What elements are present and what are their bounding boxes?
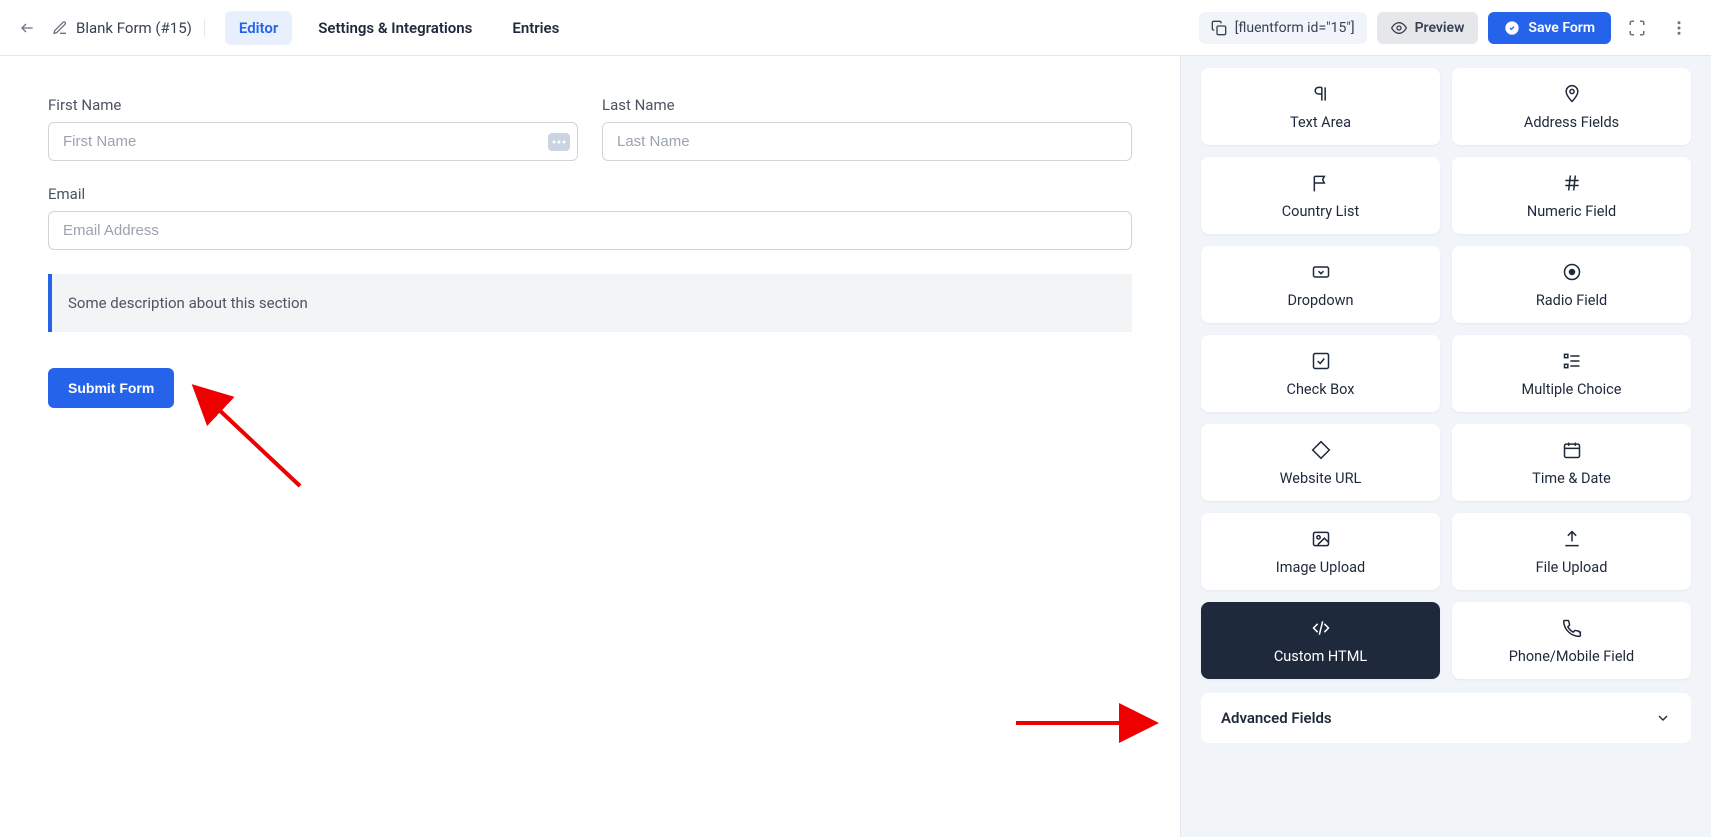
field-radio[interactable]: Radio Field xyxy=(1452,246,1691,323)
field-label: Time & Date xyxy=(1532,470,1611,487)
field-time-date[interactable]: Time & Date xyxy=(1452,424,1691,501)
field-label: Country List xyxy=(1282,203,1360,220)
image-icon xyxy=(1309,527,1333,551)
pencil-icon xyxy=(52,20,68,36)
phone-icon xyxy=(1560,616,1584,640)
email-label: Email xyxy=(48,185,1132,203)
custom-html-block[interactable]: Some description about this section xyxy=(48,274,1132,332)
field-label: Text Area xyxy=(1290,114,1351,131)
tab-editor[interactable]: Editor xyxy=(225,11,292,45)
list-icon xyxy=(1560,349,1584,373)
field-label: Radio Field xyxy=(1536,292,1607,309)
topbar-left: Blank Form (#15) Editor Settings & Integ… xyxy=(16,11,573,45)
field-label: File Upload xyxy=(1536,559,1608,576)
name-row: First Name Last Name xyxy=(48,96,1132,161)
last-name-label: Last Name xyxy=(602,96,1132,114)
field-checkbox[interactable]: Check Box xyxy=(1201,335,1440,412)
form-title-edit[interactable]: Blank Form (#15) xyxy=(52,19,205,37)
save-button[interactable]: Save Form xyxy=(1488,12,1611,44)
tab-settings[interactable]: Settings & Integrations xyxy=(304,11,486,45)
submit-button[interactable]: Submit Form xyxy=(48,368,174,408)
tab-entries[interactable]: Entries xyxy=(498,11,573,45)
field-label: Phone/Mobile Field xyxy=(1509,648,1634,665)
field-label: Dropdown xyxy=(1287,292,1353,309)
chevron-down-icon xyxy=(1655,710,1671,726)
email-field[interactable]: Email xyxy=(48,185,1132,250)
field-image-upload[interactable]: Image Upload xyxy=(1201,513,1440,590)
save-label: Save Form xyxy=(1528,20,1595,36)
top-bar: Blank Form (#15) Editor Settings & Integ… xyxy=(0,0,1711,56)
topbar-right: [fluentform id="15"] Preview Save Form xyxy=(1199,12,1695,44)
field-label: Numeric Field xyxy=(1527,203,1616,220)
calendar-icon xyxy=(1560,438,1584,462)
dropdown-icon xyxy=(1309,260,1333,284)
shortcode-text: [fluentform id="15"] xyxy=(1235,20,1355,36)
preview-label: Preview xyxy=(1415,20,1465,36)
advanced-fields-section[interactable]: Advanced Fields xyxy=(1201,693,1691,743)
tabs: Editor Settings & Integrations Entries xyxy=(225,11,573,45)
first-name-input[interactable] xyxy=(48,122,578,161)
field-label: Address Fields xyxy=(1524,114,1619,131)
copy-icon xyxy=(1211,20,1227,36)
email-row: Email xyxy=(48,185,1132,250)
field-label: Custom HTML xyxy=(1274,648,1367,665)
field-label: Website URL xyxy=(1280,470,1362,487)
field-label: Check Box xyxy=(1287,381,1355,398)
eye-icon xyxy=(1391,20,1407,36)
more-button[interactable] xyxy=(1663,12,1695,44)
html-block-text: Some description about this section xyxy=(68,294,308,312)
more-icon xyxy=(1670,19,1688,37)
annotation-arrow-1 xyxy=(200,396,320,500)
field-phone[interactable]: Phone/Mobile Field xyxy=(1452,602,1691,679)
field-label: Multiple Choice xyxy=(1522,381,1622,398)
field-multiple-choice[interactable]: Multiple Choice xyxy=(1452,335,1691,412)
paragraph-icon xyxy=(1309,82,1333,106)
hash-icon xyxy=(1560,171,1584,195)
field-text-area[interactable]: Text Area xyxy=(1201,68,1440,145)
form-canvas: First Name Last Name Email Some descript… xyxy=(0,56,1181,837)
back-button[interactable] xyxy=(16,16,40,40)
advanced-fields-label: Advanced Fields xyxy=(1221,709,1655,727)
content: First Name Last Name Email Some descript… xyxy=(0,56,1711,837)
shortcode-button[interactable]: [fluentform id="15"] xyxy=(1199,12,1367,44)
flag-icon xyxy=(1309,171,1333,195)
last-name-input[interactable] xyxy=(602,122,1132,161)
fields-sidebar: Text Area Address Fields Country List Nu… xyxy=(1181,56,1711,837)
form-title-text: Blank Form (#15) xyxy=(76,19,192,37)
fullscreen-button[interactable] xyxy=(1621,12,1653,44)
field-country[interactable]: Country List xyxy=(1201,157,1440,234)
code-icon xyxy=(1309,616,1333,640)
check-icon xyxy=(1309,349,1333,373)
fields-grid: Text Area Address Fields Country List Nu… xyxy=(1201,68,1691,679)
field-numeric[interactable]: Numeric Field xyxy=(1452,157,1691,234)
last-name-field[interactable]: Last Name xyxy=(602,96,1132,161)
radio-icon xyxy=(1560,260,1584,284)
field-dropdown[interactable]: Dropdown xyxy=(1201,246,1440,323)
first-name-field[interactable]: First Name xyxy=(48,96,578,161)
link-icon xyxy=(1309,438,1333,462)
email-input[interactable] xyxy=(48,211,1132,250)
preview-button[interactable]: Preview xyxy=(1377,12,1479,44)
upload-icon xyxy=(1560,527,1584,551)
check-circle-icon xyxy=(1504,20,1520,36)
field-file-upload[interactable]: File Upload xyxy=(1452,513,1691,590)
fullscreen-icon xyxy=(1628,19,1646,37)
first-name-label: First Name xyxy=(48,96,578,114)
field-options-icon[interactable] xyxy=(548,133,570,151)
location-icon xyxy=(1560,82,1584,106)
field-custom-html[interactable]: Custom HTML xyxy=(1201,602,1440,679)
field-website-url[interactable]: Website URL xyxy=(1201,424,1440,501)
field-address[interactable]: Address Fields xyxy=(1452,68,1691,145)
field-label: Image Upload xyxy=(1276,559,1365,576)
